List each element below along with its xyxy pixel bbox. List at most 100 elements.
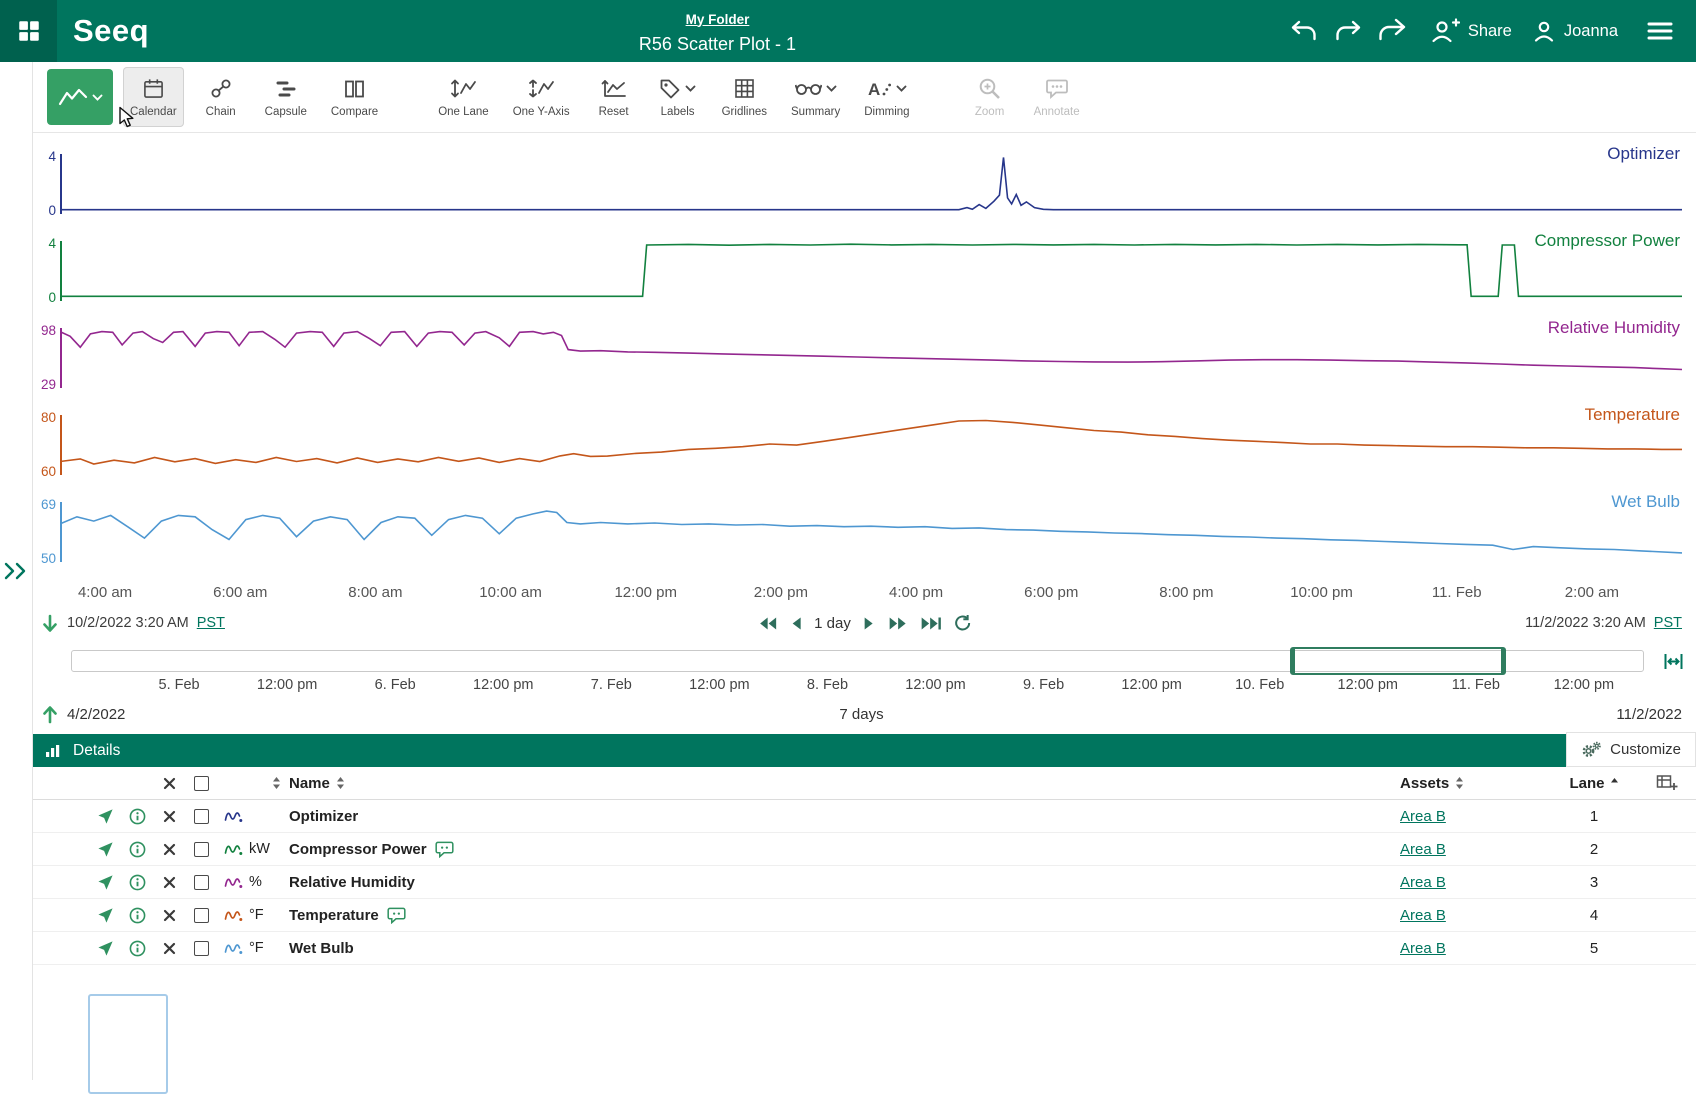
asset-link[interactable]: Area B <box>1400 874 1446 891</box>
details-row-temperature[interactable]: °FTemperatureArea B4 <box>33 899 1696 932</box>
signal-name[interactable]: Temperature <box>289 907 379 924</box>
remove-all-icon[interactable] <box>163 777 176 790</box>
undo-button[interactable] <box>1286 13 1322 49</box>
y-axis-optimizer[interactable]: 40 <box>33 143 60 230</box>
timezone-link-end[interactable]: PST <box>1654 615 1682 631</box>
display-range-window[interactable] <box>1290 647 1506 675</box>
lane-plot[interactable]: Temperature <box>60 404 1682 491</box>
toolbar-button-trend[interactable] <box>47 69 113 125</box>
remove-item-icon[interactable] <box>163 909 176 922</box>
chart-lane-temperature[interactable]: 8060 Temperature <box>33 404 1696 491</box>
asset-link[interactable]: Area B <box>1400 940 1446 957</box>
lane-plot[interactable]: Relative Humidity <box>60 317 1682 404</box>
breadcrumb[interactable]: My Folder <box>686 12 750 27</box>
series-label-temperature[interactable]: Temperature <box>1585 405 1680 425</box>
y-axis-relative-humidity[interactable]: 9829 <box>33 317 60 404</box>
send-to-display-icon[interactable] <box>97 940 114 957</box>
collapse-range-icon[interactable] <box>41 614 59 633</box>
item-info-icon[interactable] <box>129 940 146 957</box>
step-forward-icon[interactable] <box>863 616 876 631</box>
chart-lane-optimizer[interactable]: 40 Optimizer <box>33 143 1696 230</box>
toolbar-button-one-lane[interactable]: One Lane <box>431 67 496 127</box>
row-checkbox[interactable] <box>194 941 209 956</box>
row-checkbox[interactable] <box>194 809 209 824</box>
send-to-display-icon[interactable] <box>97 907 114 924</box>
step-back-large-icon[interactable] <box>757 616 777 631</box>
send-to-display-icon[interactable] <box>97 841 114 858</box>
toolbar-button-chain[interactable]: Chain <box>194 67 248 127</box>
lane-plot[interactable]: Optimizer <box>60 143 1682 230</box>
comment-icon[interactable] <box>435 841 454 858</box>
remove-item-icon[interactable] <box>163 843 176 856</box>
details-row-wet-bulb[interactable]: °FWet BulbArea B5 <box>33 932 1696 965</box>
select-all-checkbox[interactable] <box>194 776 209 791</box>
lane-plot[interactable]: Compressor Power <box>60 230 1682 317</box>
y-axis-temperature[interactable]: 8060 <box>33 404 60 491</box>
timezone-link[interactable]: PST <box>197 615 225 631</box>
details-row-relative-humidity[interactable]: %Relative HumidityArea B3 <box>33 866 1696 899</box>
remove-item-icon[interactable] <box>163 876 176 889</box>
add-column-icon[interactable] <box>1656 774 1678 792</box>
expand-panels-button[interactable] <box>3 561 29 581</box>
series-label-wet-bulb[interactable]: Wet Bulb <box>1611 492 1680 512</box>
remove-item-icon[interactable] <box>163 942 176 955</box>
name-column-header[interactable]: Name <box>289 775 330 792</box>
sort-icon[interactable] <box>336 776 345 790</box>
step-to-now-icon[interactable] <box>920 616 942 631</box>
signal-name[interactable]: Compressor Power <box>289 841 427 858</box>
lane-plot[interactable]: Wet Bulb <box>60 491 1682 578</box>
forward-button[interactable] <box>1374 13 1410 49</box>
lane-column-header[interactable]: Lane <box>1569 775 1604 792</box>
signal-name[interactable]: Relative Humidity <box>289 874 415 891</box>
toolbar-button-dimming[interactable]: ADimming <box>857 67 916 127</box>
toolbar-button-summary[interactable]: Summary <box>784 67 847 127</box>
row-checkbox[interactable] <box>194 875 209 890</box>
details-row-compressor-power[interactable]: kWCompressor PowerArea B2 <box>33 833 1696 866</box>
step-back-icon[interactable] <box>789 616 802 631</box>
chart-lane-compressor-power[interactable]: 40 Compressor Power <box>33 230 1696 317</box>
item-info-icon[interactable] <box>129 907 146 924</box>
user-menu[interactable]: Joanna <box>1532 19 1618 43</box>
step-forward-large-icon[interactable] <box>888 616 908 631</box>
toolbar-button-calendar[interactable]: Calendar <box>123 67 184 127</box>
item-info-icon[interactable] <box>129 874 146 891</box>
sort-icon[interactable] <box>1455 776 1464 790</box>
toolbar-button-gridlines[interactable]: Gridlines <box>715 67 774 127</box>
step-size-label[interactable]: 1 day <box>814 615 851 632</box>
toolbar-button-reset[interactable]: Reset <box>587 67 641 127</box>
signal-name[interactable]: Optimizer <box>289 808 358 825</box>
customize-button[interactable]: Customize <box>1566 732 1696 767</box>
range-start-text[interactable]: 10/2/2022 3:20 AM <box>67 615 189 631</box>
toolbar-button-capsule[interactable]: Capsule <box>258 67 314 127</box>
series-label-optimizer[interactable]: Optimizer <box>1607 144 1680 164</box>
send-to-display-icon[interactable] <box>97 808 114 825</box>
remove-item-icon[interactable] <box>163 810 176 823</box>
item-info-icon[interactable] <box>129 841 146 858</box>
y-axis-wet-bulb[interactable]: 6950 <box>33 491 60 578</box>
investigate-start-text[interactable]: 4/2/2022 <box>67 706 125 723</box>
asset-link[interactable]: Area B <box>1400 907 1446 924</box>
main-menu-button[interactable] <box>1642 13 1678 49</box>
comment-icon[interactable] <box>387 907 406 924</box>
assets-column-header[interactable]: Assets <box>1400 775 1449 792</box>
investigate-duration[interactable]: 7 days <box>839 706 883 723</box>
row-checkbox[interactable] <box>194 908 209 923</box>
expand-range-icon[interactable] <box>41 705 59 724</box>
timebar-expand-icon[interactable] <box>1663 652 1684 671</box>
series-label-compressor-power[interactable]: Compressor Power <box>1535 231 1681 251</box>
sort-asc-icon[interactable] <box>1610 776 1619 790</box>
toolbar-button-one-y-axis[interactable]: One Y-Axis <box>506 67 577 127</box>
series-label-relative-humidity[interactable]: Relative Humidity <box>1548 318 1680 338</box>
item-info-icon[interactable] <box>129 808 146 825</box>
chart-lane-relative-humidity[interactable]: 9829 Relative Humidity <box>33 317 1696 404</box>
toolbar-button-compare[interactable]: Compare <box>324 67 385 127</box>
y-axis-compressor-power[interactable]: 40 <box>33 230 60 317</box>
asset-link[interactable]: Area B <box>1400 841 1446 858</box>
seeq-logo[interactable]: Seeq <box>73 13 149 49</box>
signal-name[interactable]: Wet Bulb <box>289 940 354 957</box>
x-axis[interactable]: 4:00 am6:00 am8:00 am10:00 am12:00 pm2:0… <box>60 580 1682 606</box>
row-checkbox[interactable] <box>194 842 209 857</box>
send-to-display-icon[interactable] <box>97 874 114 891</box>
range-end-text[interactable]: 11/2/2022 3:20 AM <box>1525 615 1646 631</box>
investigate-end-text[interactable]: 11/2/2022 <box>1616 706 1682 723</box>
